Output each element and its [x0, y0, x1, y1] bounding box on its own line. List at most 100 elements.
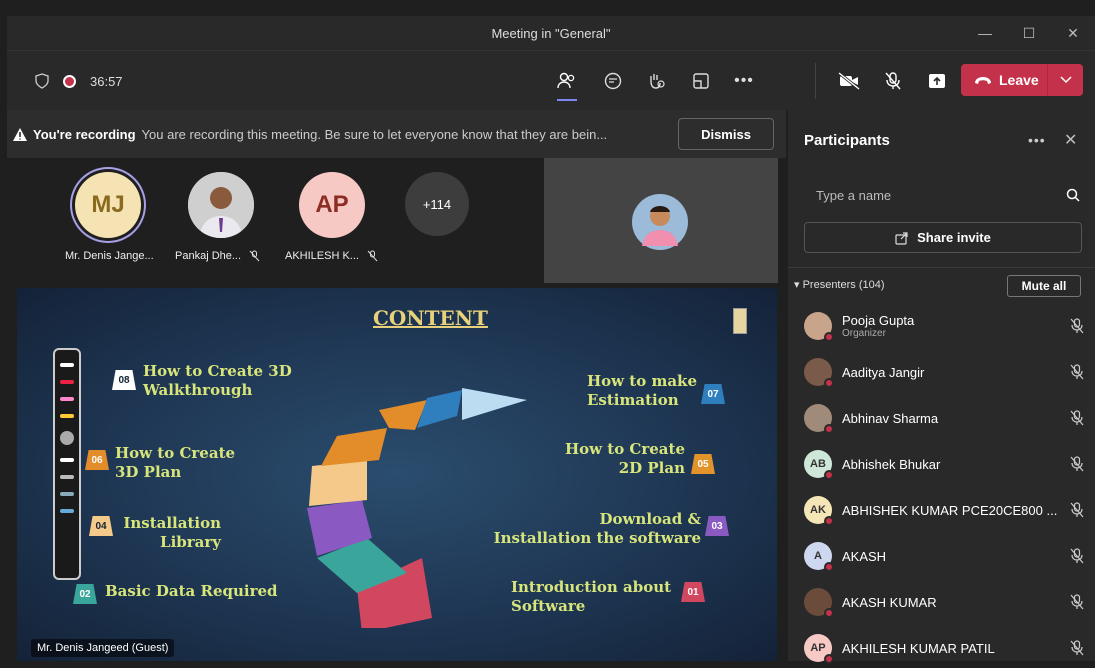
search-icon — [1066, 188, 1080, 202]
speaker-name: Mr. Denis Jangeed (Guest) — [31, 639, 175, 657]
annotation-toolbar[interactable] — [53, 348, 81, 580]
leave-button[interactable]: Leave — [961, 64, 1083, 96]
people-icon — [557, 72, 575, 89]
chevron-down-icon — [1059, 76, 1072, 84]
leave-options-button[interactable] — [1047, 64, 1083, 96]
mic-off-icon — [1070, 640, 1084, 656]
recording-indicator-icon — [63, 74, 76, 88]
panel-close-button[interactable]: ✕ — [1064, 130, 1077, 150]
tile-name: Mr. Denis Jange... — [65, 250, 154, 262]
mute-all-button[interactable]: Mute all — [1007, 275, 1081, 297]
mic-off-icon — [249, 250, 260, 262]
slide-item: How to Create 2D Plan — [564, 440, 685, 477]
participant-name: AKHILESH KUMAR PATIL — [842, 640, 995, 656]
avatar[interactable]: MJ — [75, 172, 141, 238]
dismiss-button[interactable]: Dismiss — [678, 118, 774, 150]
participants-panel: Participants ••• ✕ Type a name Share inv… — [788, 110, 1095, 664]
mic-off-icon — [1070, 410, 1084, 426]
share-icon — [895, 231, 908, 245]
participant-name: AKASH — [842, 548, 887, 564]
participant-name: ABHISHEK KUMAR PCE20CE800 ... — [842, 502, 1058, 518]
camera-button[interactable] — [833, 65, 865, 97]
participant-role: Organizer — [842, 328, 886, 339]
chat-button[interactable] — [597, 65, 629, 97]
maximize-button[interactable]: ☐ — [1007, 16, 1051, 50]
share-button[interactable] — [921, 65, 953, 97]
steps-graphic — [307, 388, 527, 628]
reactions-button[interactable] — [640, 65, 672, 97]
mic-off-icon — [1070, 364, 1084, 380]
person-photo-icon — [188, 172, 254, 238]
slide-item: How to make Estimation — [587, 372, 697, 409]
participant-row[interactable]: AKASH KUMAR — [804, 582, 1084, 622]
mic-off-icon — [885, 72, 901, 90]
avatar: AB — [804, 450, 834, 480]
mic-off-icon — [1070, 502, 1084, 518]
leave-label: Leave — [999, 72, 1039, 88]
mic-button[interactable] — [877, 65, 909, 97]
avatar: AK — [804, 496, 834, 526]
participant-row[interactable]: A AKASH — [804, 536, 1084, 576]
slide-item: How to Create 3D Walkthrough — [143, 362, 292, 399]
panel-title: Participants — [804, 132, 890, 149]
avatar[interactable] — [188, 172, 254, 238]
participant-row[interactable]: AK ABHISHEK KUMAR PCE20CE800 ... — [804, 490, 1084, 530]
breakout-rooms-icon — [693, 73, 709, 89]
banner-title: You're recording — [33, 126, 136, 142]
raise-hand-icon — [650, 74, 665, 89]
avatar — [804, 588, 834, 618]
presenters-header[interactable]: ▾ Presenters (104) — [794, 278, 885, 291]
panel-more-button[interactable]: ••• — [1028, 132, 1046, 148]
participant-name: Abhinav Sharma — [842, 410, 939, 426]
participant-row[interactable]: AB Abhishek Bhukar — [804, 444, 1084, 484]
item-number: 03 — [705, 516, 729, 536]
avatar — [804, 404, 834, 434]
close-button[interactable]: ✕ — [1051, 16, 1095, 50]
participant-row[interactable]: Pooja Gupta Organizer — [804, 306, 1084, 346]
participant-info: Abhinav Sharma — [842, 411, 1062, 426]
hang-up-icon — [975, 77, 991, 84]
item-number: 01 — [681, 582, 705, 602]
overflow-participants-button[interactable]: +114 — [405, 172, 469, 236]
share-invite-button[interactable]: Share invite — [804, 222, 1082, 253]
window-title: Meeting in "General" — [491, 25, 611, 41]
search-input[interactable]: Type a name — [804, 180, 1080, 210]
slide-item: How to Create 3D Plan — [115, 444, 236, 481]
divider — [788, 267, 1095, 268]
avatar: A — [804, 542, 834, 572]
warning-icon — [13, 127, 27, 141]
more-actions-button[interactable]: ••• — [728, 65, 760, 97]
slide-title: CONTENT — [373, 306, 488, 330]
minimize-button[interactable]: — — [963, 16, 1007, 50]
participant-name: Abhishek Bhukar — [842, 456, 941, 472]
meeting-toolbar: 36:57 ••• Leave — [7, 50, 1095, 110]
rooms-button[interactable] — [685, 65, 717, 97]
avatar: AP — [804, 634, 834, 664]
participant-info: AKASH — [842, 549, 1062, 564]
slide-item: Installation Library — [123, 514, 221, 551]
item-number: 07 — [701, 384, 725, 404]
participant-info: ABHISHEK KUMAR PCE20CE800 ... — [842, 503, 1062, 518]
item-number: 02 — [73, 584, 97, 604]
mic-off-icon — [1070, 548, 1084, 564]
avatar[interactable]: AP — [299, 172, 365, 238]
slide-item: Download & Installation the software — [493, 510, 701, 547]
participant-name: AKASH KUMAR — [842, 594, 937, 610]
participants-button[interactable] — [551, 65, 583, 101]
meeting-timer: 36:57 — [90, 73, 123, 89]
participant-row[interactable]: Aaditya Jangir — [804, 352, 1084, 392]
video-tile[interactable] — [544, 158, 778, 283]
participant-info: Abhishek Bhukar — [842, 457, 1062, 472]
title-bar: Meeting in "General" — ☐ ✕ — [7, 16, 1095, 50]
shared-content: CONTENT 08 How to Create 3D Walkthrough … — [17, 288, 777, 661]
slide-item: Basic Data Required — [105, 582, 278, 600]
tile-name: AKHILESH K... — [285, 250, 378, 262]
avatar — [804, 358, 834, 388]
participant-tiles: MJ Mr. Denis Jange... Pankaj Dhe... AP A… — [7, 158, 542, 286]
slide-item: Introduction about Software — [511, 578, 672, 615]
slide-corner-icon — [733, 308, 747, 334]
participant-row[interactable]: AP AKHILESH KUMAR PATIL — [804, 628, 1084, 668]
toolbar-divider — [815, 63, 816, 99]
chat-icon — [604, 72, 622, 90]
participant-row[interactable]: Abhinav Sharma — [804, 398, 1084, 438]
